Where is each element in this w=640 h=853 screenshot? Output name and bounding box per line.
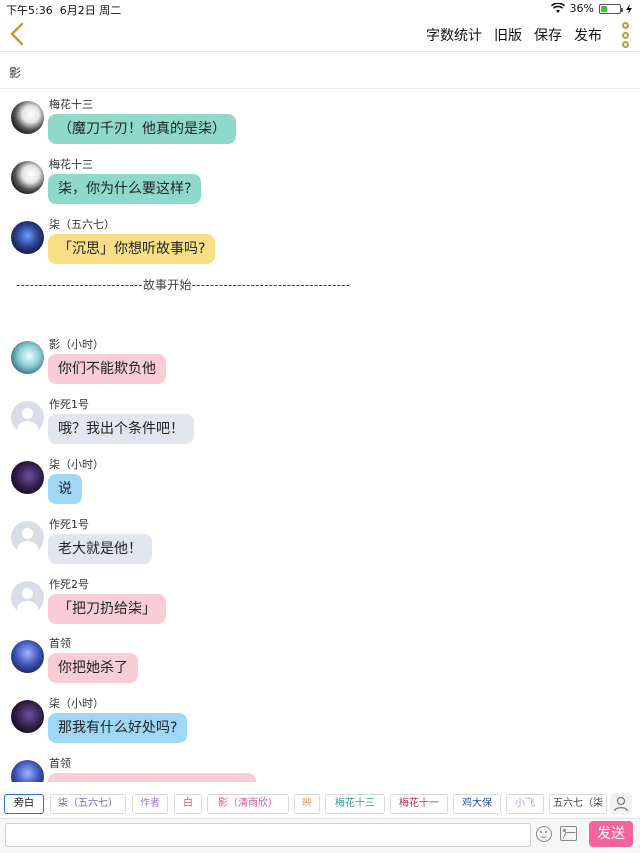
battery-icon: [599, 3, 623, 14]
sender-name: 柒（小时）: [49, 697, 104, 710]
sender-name: 梅花十三: [49, 98, 93, 111]
back-arrow-icon[interactable]: [8, 22, 26, 46]
leader-avatar[interactable]: [11, 640, 44, 673]
message-bubble[interactable]: 那我有什么好处吗?: [48, 713, 188, 743]
input-row: 发送: [0, 818, 640, 853]
role-chip[interactable]: 作者: [132, 794, 168, 814]
sender-name: 作死2号: [49, 578, 89, 591]
emoji-icon[interactable]: [536, 826, 552, 842]
sender-name: 柒（五六七）: [49, 218, 115, 231]
sender-name: 梅花十三: [49, 158, 93, 171]
teal-child-avatar[interactable]: [11, 341, 44, 374]
save-button[interactable]: 保存: [534, 25, 562, 45]
more-options-icon[interactable]: [620, 22, 630, 48]
chat-area[interactable]: 梅花十三 （魔刀千刃！他真的是柒） 梅花十三 柒，你为什么要这样? 柒（五六七）…: [0, 90, 640, 782]
battery-tip: [621, 7, 623, 12]
battery-percent: 36%: [569, 2, 594, 15]
story-start-divider: ----------------------------故事开始--------…: [16, 278, 351, 292]
contacts-icon[interactable]: [610, 793, 632, 815]
message-bubble[interactable]: 你们不能欺负他: [48, 354, 166, 384]
more-dot: [621, 31, 629, 39]
status-bar: 下午5:36 6月2日 周二 36%: [0, 0, 640, 18]
leader-avatar[interactable]: [11, 760, 44, 782]
default-avatar[interactable]: [11, 521, 44, 554]
sender-name: 柒（小时）: [49, 458, 104, 471]
sender-name: 作死1号: [49, 518, 89, 531]
status-date: 6月2日 周二: [59, 4, 122, 17]
role-chip[interactable]: 白: [174, 794, 202, 814]
message-bubble[interactable]: 柒，你为什么要这样?: [48, 174, 202, 204]
sender-name: 作死1号: [49, 398, 89, 411]
story-title-row[interactable]: 影: [0, 53, 640, 89]
role-chip[interactable]: 鸡大保: [453, 794, 501, 814]
default-avatar[interactable]: [11, 401, 44, 434]
wifi-icon: [550, 3, 565, 13]
battery-fill: [601, 5, 607, 12]
message-bubble[interactable]: [48, 773, 256, 782]
blue-knight-avatar[interactable]: [11, 221, 44, 254]
sender-name: 首领: [49, 637, 71, 650]
message-bubble[interactable]: 老大就是他！: [48, 534, 152, 564]
message-bubble[interactable]: 你把她杀了: [48, 653, 138, 683]
status-time: 下午5:36: [6, 4, 53, 17]
role-chip[interactable]: 梅花十一: [390, 794, 448, 814]
word-count-button[interactable]: 字数统计: [426, 25, 482, 45]
dark-child-avatar[interactable]: [11, 461, 44, 494]
default-avatar[interactable]: [11, 581, 44, 614]
send-button[interactable]: 发送: [589, 821, 633, 847]
role-chip[interactable]: 映: [294, 794, 320, 814]
message-bubble[interactable]: 「沉思」你想听故事吗?: [48, 234, 216, 264]
ink-swordsman-avatar[interactable]: [11, 101, 44, 134]
dark-child-avatar[interactable]: [11, 700, 44, 733]
nav-actions: 字数统计 旧版 保存 发布: [426, 25, 602, 45]
message-bubble[interactable]: （魔刀千刃！他真的是柒）: [48, 114, 236, 144]
charging-bolt-icon: [626, 3, 632, 14]
role-chip[interactable]: 影（清雨欣）: [207, 794, 289, 814]
role-chip-narrator[interactable]: 旁白: [4, 794, 44, 814]
publish-button[interactable]: 发布: [574, 25, 602, 45]
message-bubble[interactable]: 说: [48, 474, 82, 504]
person-icon: [613, 796, 629, 812]
message-bubble[interactable]: 「把刀扔给柒」: [48, 594, 166, 624]
status-time-date: 下午5:36 6月2日 周二: [6, 2, 121, 18]
role-chip[interactable]: 小飞: [506, 794, 544, 814]
nav-bar: 字数统计 旧版 保存 发布: [0, 18, 640, 52]
role-chip[interactable]: 梅花十三: [325, 794, 385, 814]
role-selector-bar: 旁白 柒（五六七） 作者 白 影（清雨欣） 映 梅花十三 梅花十一 鸡大保 小飞…: [0, 788, 640, 818]
story-title: 影: [9, 66, 22, 80]
old-version-button[interactable]: 旧版: [494, 25, 522, 45]
image-icon[interactable]: [560, 826, 577, 841]
message-bubble[interactable]: 哦？我出个条件吧！: [48, 414, 194, 444]
more-dot: [621, 41, 629, 48]
message-input[interactable]: [5, 823, 531, 847]
ink-swordsman-avatar[interactable]: [11, 161, 44, 194]
role-chip[interactable]: 五六七（柒: [549, 794, 607, 814]
more-dot: [621, 22, 629, 29]
sender-name: 影（小时）: [49, 338, 104, 351]
status-right: 36%: [550, 2, 632, 15]
role-chip[interactable]: 柒（五六七）: [50, 794, 126, 814]
sender-name: 首领: [49, 757, 71, 770]
